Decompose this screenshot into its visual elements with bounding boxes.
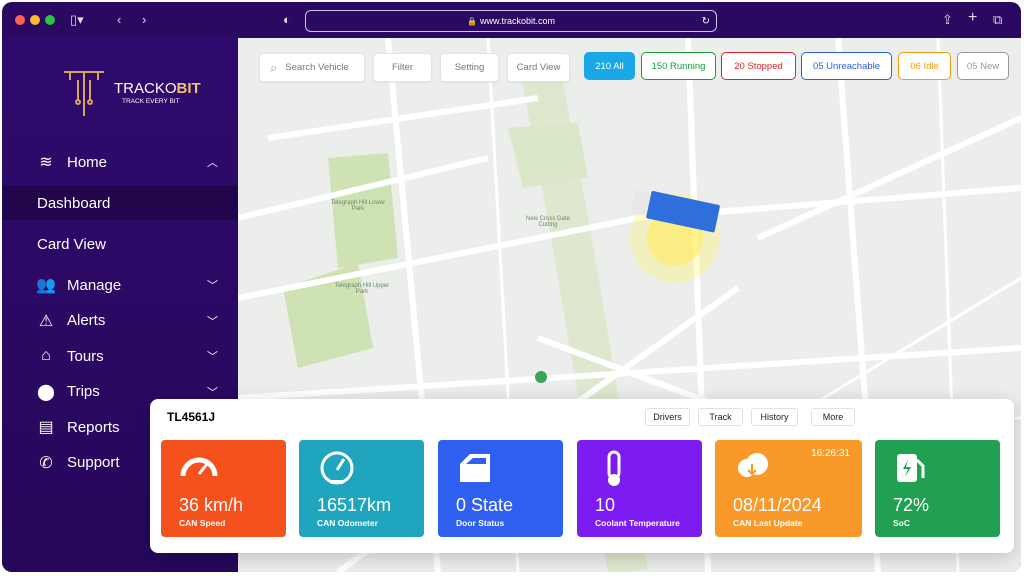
phone-icon: ✆	[39, 454, 53, 472]
tile-door-status[interactable]: 0 State Door Status	[438, 440, 563, 537]
new-tab-icon[interactable]: +	[968, 9, 977, 27]
sidebar-item-dashboard[interactable]: Dashboard	[2, 186, 238, 220]
tile-value: 36 km/h	[179, 495, 244, 515]
tile-label: CAN Odometer	[317, 518, 378, 528]
close-window-button[interactable]	[15, 15, 25, 25]
browser-toolbar: ▯▾ ‹ › ◐ 🔒 www.trackobit.com ↻ ⇪ + ⧉	[2, 2, 1021, 38]
sidebar-item-label: Dashboard	[37, 194, 111, 212]
chevron-down-icon: ﹀	[207, 351, 218, 363]
thermometer-icon	[607, 450, 621, 486]
tile-value: 72%	[893, 495, 930, 515]
minimize-window-button[interactable]	[30, 15, 40, 25]
sidebar-item-label: Tours	[67, 347, 104, 365]
logo-icon	[64, 71, 104, 116]
more-button[interactable]: More	[811, 408, 855, 426]
tile-can-speed[interactable]: 36 km/h CAN Speed	[161, 440, 286, 537]
status-chip[interactable]: 05 New	[957, 52, 1009, 80]
share-icon[interactable]: ⇪	[942, 12, 953, 28]
map-label: New Cross Gate Cutting	[525, 216, 570, 228]
home-icon: ⌂	[41, 347, 51, 364]
forward-icon[interactable]: ›	[142, 12, 146, 27]
tile-value: 16517km	[317, 495, 392, 515]
vehicle-plate: TL4561J	[167, 410, 216, 424]
sidebar-item-alerts[interactable]: ⚠ Alerts ﹀	[2, 304, 238, 338]
reload-icon[interactable]: ↻	[702, 16, 710, 27]
speedometer-icon	[180, 457, 218, 477]
status-chip[interactable]: 05 Unreachable	[801, 52, 892, 80]
maximize-window-button[interactable]	[45, 15, 55, 25]
vehicle-detail-panel: TL4561J Drivers Track History More 36 km/h C…	[150, 399, 1014, 553]
sidebar-item-label: Support	[67, 454, 120, 471]
brand-name: TRACKO	[114, 80, 177, 97]
tile-label: CAN Speed	[179, 518, 226, 528]
tabs-icon[interactable]: ⧉	[993, 12, 1002, 28]
status-chip[interactable]: 20 Stopped	[721, 52, 796, 80]
search-placeholder: Search Vehicle	[285, 62, 349, 73]
document-icon: ▤	[38, 419, 54, 436]
tile-label: SoC	[893, 518, 910, 528]
sidebar-item-label: Card View	[37, 235, 106, 253]
chevron-up-icon: ︿	[207, 157, 218, 169]
lock-icon: 🔒	[467, 16, 477, 26]
filter-button[interactable]: Filter	[373, 53, 432, 82]
tile-label: Door Status	[456, 518, 505, 528]
tile-can-odometer[interactable]: 16517km CAN Odometer	[299, 440, 424, 537]
shield-icon[interactable]: ◐	[283, 12, 291, 27]
sidebar-item-tours[interactable]: ⌂ Tours ﹀	[2, 339, 238, 373]
trackobit-logo: TRACKOBIT TRACK EVERY BIT	[62, 66, 201, 123]
browser-window: ▯▾ ‹ › ◐ 🔒 www.trackobit.com ↻ ⇪ + ⧉ TRACK…	[2, 2, 1021, 572]
drivers-button[interactable]: Drivers	[645, 408, 690, 426]
sidebar-item-label: Alerts	[67, 312, 106, 329]
back-icon[interactable]: ‹	[117, 12, 121, 27]
brand-name-bold: BIT	[176, 80, 201, 97]
tile-label: Coolant Temperature	[595, 518, 680, 528]
tile-value: 10	[595, 495, 616, 515]
chevron-down-icon: ﹀	[207, 315, 218, 328]
update-time: 16:26:31	[811, 448, 850, 459]
sidebar-item-manage[interactable]: 👥 Manage ﹀	[2, 268, 238, 302]
status-chip[interactable]: 150 Running	[641, 52, 716, 80]
warning-icon: ⚠	[38, 312, 54, 330]
users-icon: 👥	[36, 277, 56, 294]
ev-charger-icon	[897, 454, 925, 482]
tile-can-last-update[interactable]: 16:26:31 08/11/2024 CAN Last Update	[715, 440, 862, 537]
sidebar-item-label: Manage	[67, 276, 122, 294]
url-text: www.trackobit.com	[479, 16, 555, 26]
sidebar-item-card-view[interactable]: Card View	[2, 227, 238, 261]
brand-tagline: TRACK EVERY BIT	[122, 98, 180, 105]
sidebar-item-label: Trips	[67, 383, 100, 400]
status-chip[interactable]: 210 All	[584, 52, 635, 80]
sidebar-item-label: Reports	[67, 418, 120, 436]
chevron-down-icon: ﹀	[207, 280, 218, 292]
status-chip[interactable]: 06 Idle	[898, 52, 951, 80]
card-view-button[interactable]: Card View	[507, 53, 570, 82]
tile-coolant-temperature[interactable]: 10 Coolant Temperature	[577, 440, 702, 537]
address-bar[interactable]: 🔒 www.trackobit.com ↻	[305, 10, 717, 32]
tile-label: CAN Last Update	[733, 518, 803, 528]
map-label: Telegraph Hill Upper Park	[334, 283, 390, 295]
car-door-icon	[460, 454, 490, 482]
map-pin-icon: ⬤	[37, 383, 55, 401]
search-vehicle-input[interactable]: ⌕ Search Vehicle	[259, 53, 365, 82]
tile-soc[interactable]: 72% SoC	[875, 440, 1000, 537]
tile-value: 08/11/2024	[733, 495, 822, 515]
layers-icon: ≋	[39, 154, 53, 171]
chevron-down-icon: ﹀	[207, 386, 218, 399]
sidebar-item-home[interactable]: ≋ Home ︿	[2, 145, 238, 179]
setting-button[interactable]: Setting	[440, 53, 499, 82]
tile-value: 0 State	[456, 495, 514, 515]
sidebar-toggle-icon[interactable]: ▯▾	[70, 12, 84, 28]
sidebar-item-label: Home	[67, 153, 108, 171]
history-button[interactable]: History	[751, 408, 798, 426]
search-icon: ⌕	[270, 59, 278, 75]
gauge-icon	[320, 451, 354, 485]
track-button[interactable]: Track	[698, 408, 743, 426]
cloud-download-icon	[738, 453, 768, 477]
map-label: Telegraph Hill Lower Park	[330, 200, 386, 212]
